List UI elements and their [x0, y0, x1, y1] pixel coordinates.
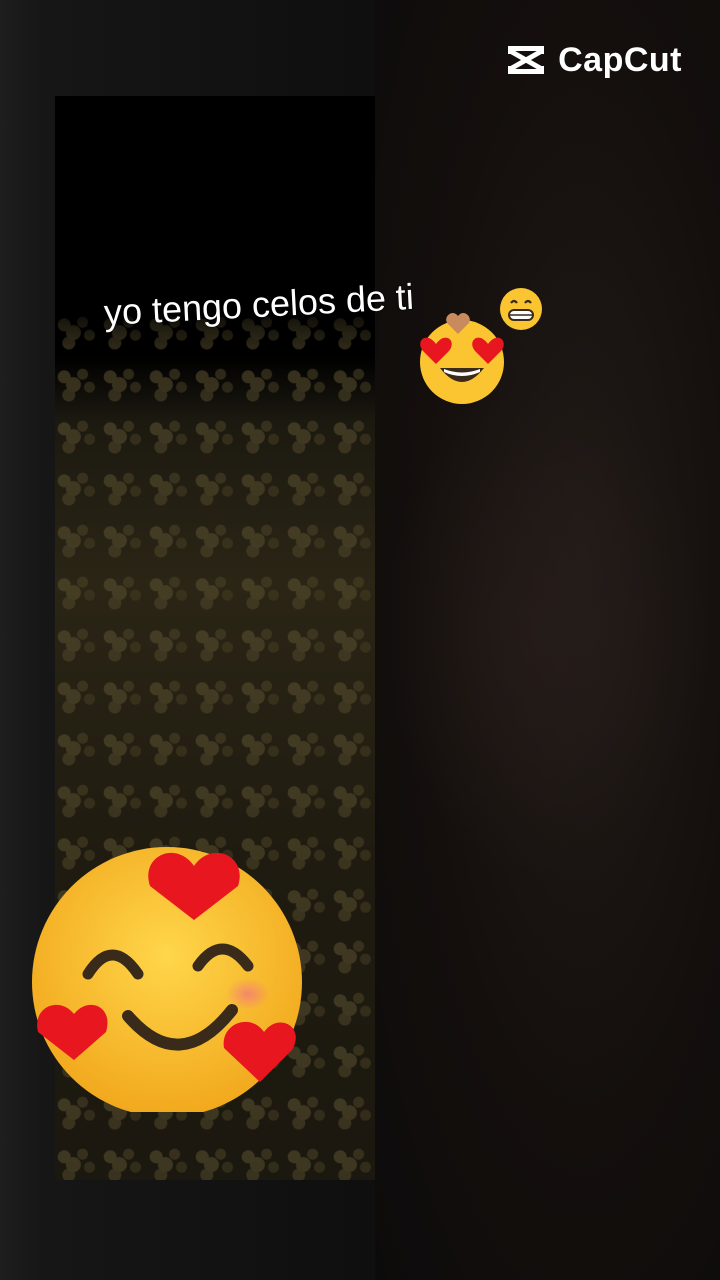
video-frame: CapCut yo tengo celos de ti	[0, 0, 720, 1280]
brand-name: CapCut	[558, 40, 682, 79]
star-struck-hearts-emoji	[420, 313, 504, 404]
capcut-logo-icon	[508, 46, 545, 74]
smiling-face-with-hearts-emoji	[32, 847, 302, 1112]
face-shadow	[380, 380, 710, 880]
capcut-watermark: CapCut	[504, 40, 682, 80]
